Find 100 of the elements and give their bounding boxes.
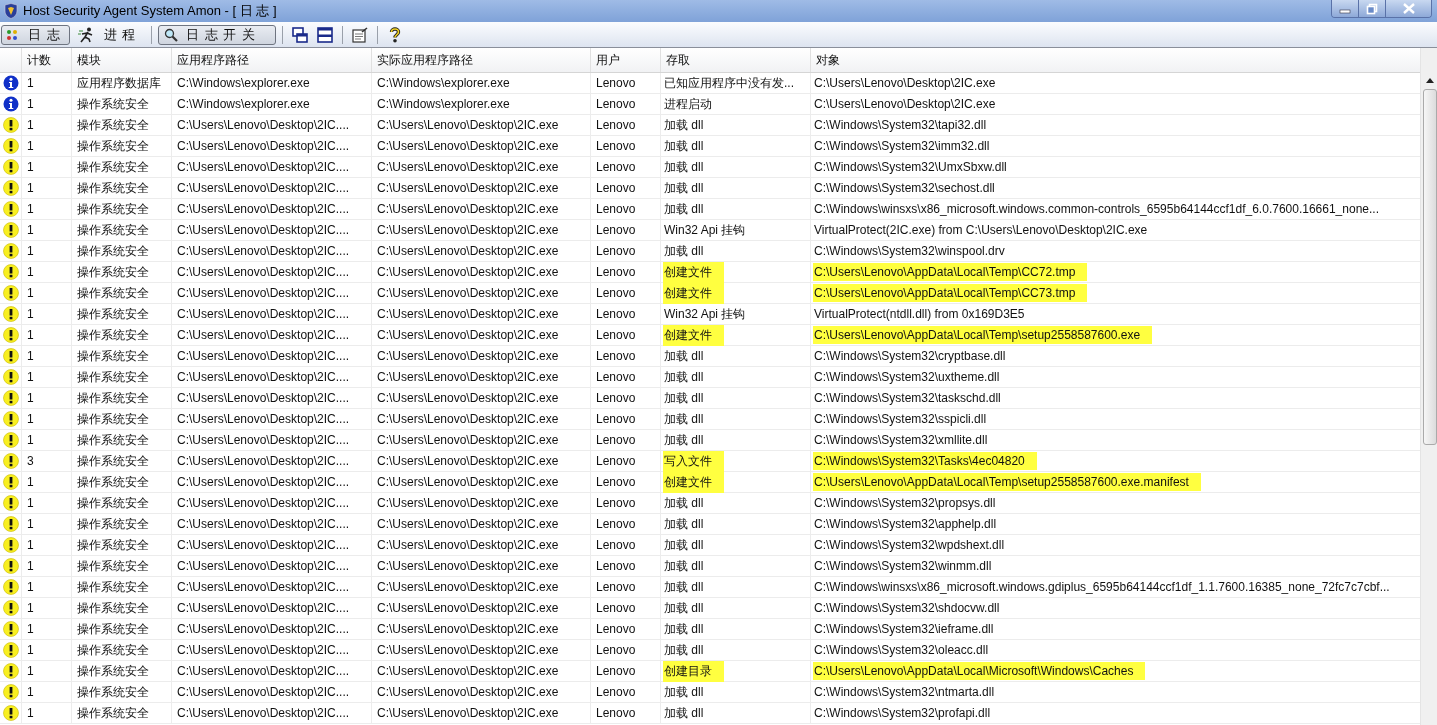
path-cell: C:\Users\Lenovo\Desktop\2IC.exe [372,619,591,639]
module-cell: 操作系统安全 [72,409,172,429]
action-text: 加载 dll [663,347,705,365]
object-text: VirtualProtect(2IC.exe) from C:\Users\Lenovo\Desktop\2IC.exe [813,222,1149,239]
path-cell: C:\Users\Lenovo\Desktop\2IC.... [172,136,372,156]
column-header[interactable]: 用户 [591,48,661,72]
user-cell: Lenovo [591,346,661,366]
log-tab[interactable]: 日 志 [1,24,70,45]
count-cell: 1 [22,703,72,723]
column-header[interactable]: 存取 [661,48,811,72]
column-header[interactable]: 模块 [72,48,172,72]
scrollbar[interactable] [1420,48,1437,725]
log-switch-button[interactable]: 日 志 开 关 [158,24,277,45]
user-cell: Lenovo [591,136,661,156]
path-cell: C:\Users\Lenovo\Desktop\2IC.exe [372,325,591,345]
path-cell: C:\Users\Lenovo\Desktop\2IC.exe [372,367,591,387]
module-cell: 操作系统安全 [72,157,172,177]
action-text: 已知应用程序中没有发... [663,74,795,92]
path-cell: C:\Users\Lenovo\Desktop\2IC.exe [372,556,591,576]
column-header[interactable]: 对象 [811,48,1420,72]
column-header[interactable]: 计数 [22,48,72,72]
count-cell: 1 [22,262,72,282]
user-cell: Lenovo [591,535,661,555]
path-cell: C:\Users\Lenovo\Desktop\2IC.... [172,262,372,282]
user-cell: Lenovo [591,451,661,471]
path-cell: C:\Users\Lenovo\Desktop\2IC.exe [372,136,591,156]
path-cell: C:\Users\Lenovo\Desktop\2IC.... [172,577,372,597]
path-cell: C:\Users\Lenovo\Desktop\2IC.exe [372,199,591,219]
action-text: 加载 dll [663,410,705,428]
module-cell: 操作系统安全 [72,493,172,513]
path-cell: C:\Users\Lenovo\Desktop\2IC.exe [372,283,591,303]
count-cell: 1 [22,535,72,555]
action-text: 加载 dll [663,683,705,701]
path-cell: C:\Users\Lenovo\Desktop\2IC.exe [372,157,591,177]
path-cell: C:\Users\Lenovo\Desktop\2IC.exe [372,661,591,681]
path-cell: C:\Users\Lenovo\Desktop\2IC.exe [372,115,591,135]
path-cell: C:\Users\Lenovo\Desktop\2IC.exe [372,346,591,366]
path-cell: C:\Users\Lenovo\Desktop\2IC.exe [372,535,591,555]
action-text: 加载 dll [663,578,705,596]
path-cell: C:\Users\Lenovo\Desktop\2IC.exe [372,640,591,660]
object-text: C:\Windows\System32\shdocvw.dll [813,600,1001,617]
user-cell: Lenovo [591,472,661,492]
count-cell: 1 [22,367,72,387]
action-text: 创建文件 [663,261,724,283]
column-header[interactable]: 实际应用程序路径 [372,48,591,72]
minimize-button[interactable] [1332,0,1359,17]
module-cell: 操作系统安全 [72,619,172,639]
object-text: C:\Users\Lenovo\Desktop\2IC.exe [813,75,997,92]
path-cell: C:\Users\Lenovo\Desktop\2IC.exe [372,514,591,534]
path-cell: C:\Users\Lenovo\Desktop\2IC.exe [372,409,591,429]
module-cell: 操作系统安全 [72,472,172,492]
module-cell: 操作系统安全 [72,514,172,534]
action-text: 加载 dll [663,137,705,155]
object-text: C:\Windows\System32\apphelp.dll [813,516,998,533]
column-header[interactable]: 应用程序路径 [172,48,372,72]
count-cell: 1 [22,577,72,597]
path-cell: C:\Users\Lenovo\Desktop\2IC.exe [372,493,591,513]
count-cell: 1 [22,598,72,618]
count-cell: 1 [22,682,72,702]
path-cell: C:\Users\Lenovo\Desktop\2IC.... [172,556,372,576]
path-cell: C:\Users\Lenovo\Desktop\2IC.... [172,451,372,471]
module-cell: 操作系统安全 [72,388,172,408]
count-cell: 1 [22,556,72,576]
path-cell: C:\Users\Lenovo\Desktop\2IC.... [172,346,372,366]
path-cell: C:\Users\Lenovo\Desktop\2IC.... [172,388,372,408]
close-icon [1402,3,1415,14]
path-cell: C:\Users\Lenovo\Desktop\2IC.... [172,493,372,513]
properties-icon [351,26,369,43]
module-cell: 操作系统安全 [72,115,172,135]
path-cell: C:\Users\Lenovo\Desktop\2IC.... [172,619,372,639]
count-cell: 1 [22,409,72,429]
count-cell: 1 [22,619,72,639]
module-cell: 操作系统安全 [72,367,172,387]
user-cell: Lenovo [591,619,661,639]
path-cell: C:\Users\Lenovo\Desktop\2IC.exe [372,178,591,198]
action-text: 写入文件 [663,450,724,472]
module-cell: 操作系统安全 [72,535,172,555]
user-cell: Lenovo [591,325,661,345]
count-cell: 1 [22,430,72,450]
help-icon [389,26,402,43]
user-cell: Lenovo [591,73,661,93]
object-text: C:\Windows\System32\tapi32.dll [813,117,988,134]
path-cell: C:\Users\Lenovo\Desktop\2IC.exe [372,388,591,408]
action-text: 加载 dll [663,242,705,260]
user-cell: Lenovo [591,367,661,387]
path-cell: C:\Users\Lenovo\Desktop\2IC.exe [372,220,591,240]
object-text: C:\Users\Lenovo\AppData\Local\Microsoft\Windows\Caches [813,662,1146,680]
restore-button[interactable] [1359,0,1386,17]
module-cell: 操作系统安全 [72,304,172,324]
search-icon [164,27,179,42]
process-tab[interactable]: 进 程 [72,24,146,45]
path-cell: C:\Users\Lenovo\Desktop\2IC.... [172,535,372,555]
action-text: 创建文件 [663,282,724,304]
user-cell: Lenovo [591,682,661,702]
user-cell: Lenovo [591,493,661,513]
path-cell: C:\Windows\explorer.exe [172,73,372,93]
restore-icon [1366,2,1378,15]
user-cell: Lenovo [591,640,661,660]
path-cell: C:\Users\Lenovo\Desktop\2IC.... [172,199,372,219]
object-text: C:\Windows\System32\ieframe.dll [813,621,995,638]
